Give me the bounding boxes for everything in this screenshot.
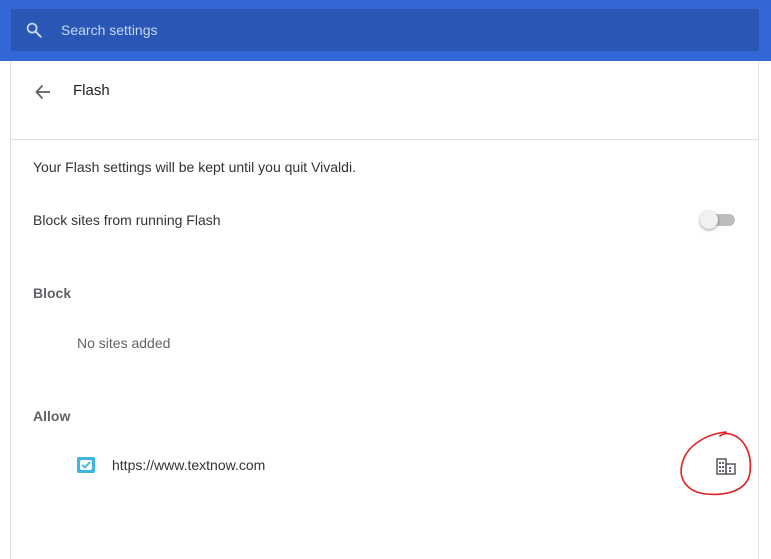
block-flash-label: Block sites from running Flash	[33, 212, 221, 228]
toggle-knob	[700, 211, 718, 229]
page-title: Flash	[73, 82, 110, 99]
site-url: https://www.textnow.com	[112, 457, 266, 473]
back-arrow-icon	[35, 84, 50, 100]
enterprise-policy-icon[interactable]	[715, 456, 737, 476]
textnow-favicon-icon	[77, 457, 95, 473]
allow-section-heading: Allow	[33, 408, 71, 424]
search-icon	[26, 22, 42, 38]
flash-info-text: Your Flash settings will be kept until y…	[33, 159, 356, 175]
allow-site-row: https://www.textnow.com	[11, 445, 758, 485]
search-box[interactable]	[11, 9, 759, 51]
block-flash-toggle[interactable]	[700, 210, 736, 230]
block-empty-text: No sites added	[77, 335, 171, 351]
subpage-header: Flash	[11, 61, 758, 140]
search-input[interactable]	[61, 17, 741, 43]
back-button[interactable]	[29, 78, 57, 106]
settings-card: Flash Your Flash settings will be kept u…	[10, 61, 759, 559]
block-section-heading: Block	[33, 285, 72, 301]
top-bar	[0, 0, 771, 61]
